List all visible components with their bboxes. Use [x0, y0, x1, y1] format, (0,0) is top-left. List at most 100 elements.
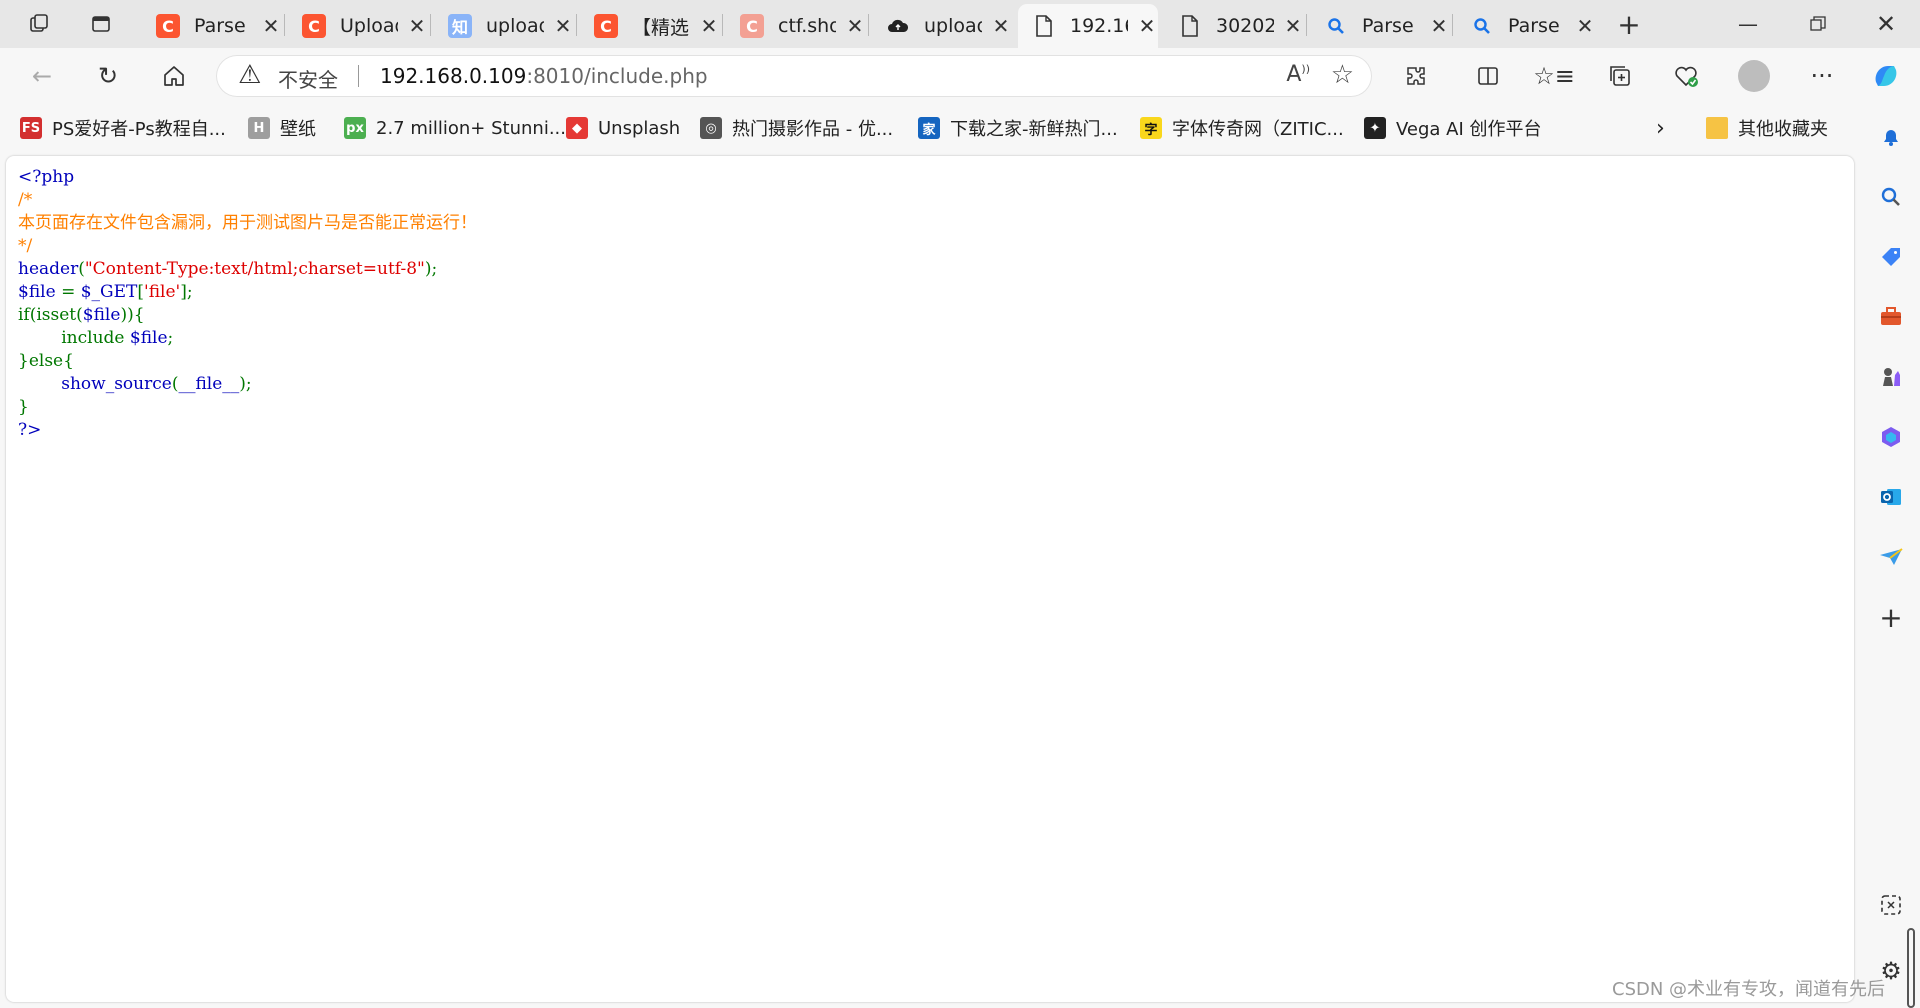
restore-button[interactable]: [1788, 6, 1848, 42]
other-bookmarks-label: 其他收藏夹: [1738, 119, 1828, 140]
address-bar[interactable]: ⚠ 不安全 192.168.0.109:8010/include.php A))…: [216, 55, 1372, 97]
bookmark-item[interactable]: H 壁纸: [248, 114, 316, 142]
browser-tab[interactable]: 知 upload ✕: [434, 4, 574, 48]
outlook-icon[interactable]: [1876, 482, 1906, 512]
bookmark-item[interactable]: ◎ 热门摄影作品 - 优...: [700, 114, 893, 142]
bookmark-item[interactable]: ◆ Unsplash: [566, 114, 680, 142]
tab-strip: CParse✕CUpload✕知upload✕C【精选✕Cctf.sho✕upl…: [0, 0, 1920, 48]
browser-essentials-icon[interactable]: [1666, 58, 1706, 94]
code-token: */: [18, 236, 33, 256]
browser-tab[interactable]: C Upload ✕: [288, 4, 428, 48]
more-options-icon[interactable]: ···: [1802, 58, 1842, 94]
close-tab-icon[interactable]: ✕: [698, 14, 720, 38]
profile-avatar[interactable]: [1738, 60, 1770, 92]
split-screen-icon[interactable]: [1468, 58, 1508, 94]
url-text[interactable]: 192.168.0.109:8010/include.php: [380, 64, 708, 88]
browser-tab[interactable]: Parse ✕: [1456, 4, 1596, 48]
site-favicon-icon: 知: [448, 14, 472, 38]
browser-tab[interactable]: 192.16 ✕: [1018, 4, 1158, 48]
favorite-star-icon[interactable]: ☆: [1331, 60, 1354, 90]
search-sidebar-icon[interactable]: [1876, 182, 1906, 212]
bookmark-item[interactable]: 字字体传奇网（ZITIC...: [1140, 114, 1344, 142]
code-line: 本页面存在文件包含漏洞，用于测试图片马是否能正常运行！: [18, 212, 477, 235]
other-bookmarks-folder[interactable]: 其他收藏夹: [1706, 114, 1828, 142]
browser-tab[interactable]: Cctf.sho ✕: [726, 4, 866, 48]
favorites-icon[interactable]: ☆≡: [1533, 58, 1575, 94]
microsoft365-icon[interactable]: [1876, 422, 1906, 452]
copilot-icon[interactable]: [1866, 58, 1906, 94]
code-line: if(isset($file)){: [18, 304, 477, 327]
close-tab-icon[interactable]: ✕: [1428, 14, 1450, 38]
bookmark-label: 2.7 million+ Stunni...: [376, 117, 566, 139]
code-token: ;: [167, 328, 174, 348]
tab-separator: [868, 14, 869, 36]
shopping-tag-icon[interactable]: [1876, 242, 1906, 272]
collections-icon[interactable]: [1600, 58, 1640, 94]
tab-actions-icon[interactable]: [84, 8, 118, 40]
extensions-icon[interactable]: [1396, 58, 1436, 94]
code-line: <?php: [18, 166, 477, 189]
close-tab-icon[interactable]: ✕: [1574, 14, 1596, 38]
sidebar-scroll-grip[interactable]: [1907, 928, 1915, 1008]
bookmark-item[interactable]: 家下载之家-新鲜热门...: [918, 114, 1118, 142]
bookmark-favicon-icon: px: [344, 117, 366, 139]
browser-tab[interactable]: Parse ✕: [1310, 4, 1450, 48]
bookmark-favicon-icon: ✦: [1364, 117, 1386, 139]
browser-tab[interactable]: C Parse ✕: [142, 4, 282, 48]
code-line: $file = $_GET['file'];: [18, 281, 477, 304]
tools-briefcase-icon[interactable]: [1876, 302, 1906, 332]
bookmark-favicon-icon: H: [248, 117, 270, 139]
bookmark-favicon-icon: 家: [918, 117, 940, 139]
code-token: }: [18, 397, 29, 417]
tab-title: Parse: [1508, 15, 1560, 37]
search-icon: [1324, 14, 1348, 38]
tab-title: Upload: [340, 15, 398, 37]
new-tab-button[interactable]: +: [1612, 8, 1646, 41]
site-favicon-icon: C: [156, 14, 180, 38]
code-line: ?>: [18, 419, 477, 442]
close-tab-icon[interactable]: ✕: [844, 14, 866, 38]
url-path: :8010/include.php: [526, 64, 708, 88]
close-tab-icon[interactable]: ✕: [552, 14, 574, 38]
code-line: show_source(__file__);: [18, 373, 477, 396]
minimize-button[interactable]: —: [1718, 6, 1778, 42]
bookmark-item[interactable]: px 2.7 million+ Stunni...: [344, 114, 566, 142]
browser-tab[interactable]: 30202 ✕: [1164, 4, 1304, 48]
browser-tab[interactable]: C 【精选 ✕: [580, 4, 720, 48]
close-tab-icon[interactable]: ✕: [1282, 14, 1304, 38]
browser-tab[interactable]: upload ✕: [872, 4, 1012, 48]
bookmark-item[interactable]: ✦ Vega AI 创作平台: [1364, 114, 1542, 142]
code-token: ?>: [18, 420, 42, 440]
bookmark-label: Vega AI 创作平台: [1396, 119, 1542, 140]
csdn-watermark: CSDN @术业有专攻，闻道有先后: [1612, 979, 1886, 1000]
code-token: (: [78, 259, 85, 279]
bookmarks-overflow-chevron[interactable]: ›: [1656, 114, 1665, 142]
page-content: <?php/* 本页面存在文件包含漏洞，用于测试图片马是否能正常运行！ */head…: [6, 156, 1854, 1002]
tab-title: 【精选: [632, 16, 690, 39]
close-tab-icon[interactable]: ✕: [260, 14, 282, 38]
bookmark-item[interactable]: FS PS爱好者-Ps教程自...: [20, 114, 226, 142]
security-label[interactable]: 不安全: [278, 64, 338, 93]
read-aloud-icon[interactable]: A)): [1286, 62, 1310, 87]
bookmark-label: 字体传奇网（ZITIC...: [1172, 119, 1344, 140]
warning-icon[interactable]: ⚠: [238, 60, 261, 90]
games-chess-icon[interactable]: [1876, 362, 1906, 392]
refresh-button[interactable]: ↻: [88, 58, 128, 94]
close-tab-icon[interactable]: ✕: [406, 14, 428, 38]
home-button[interactable]: [154, 58, 194, 94]
add-sidebar-app-icon[interactable]: +: [1876, 601, 1906, 634]
screenshot-capture-icon[interactable]: [1876, 890, 1906, 920]
close-window-button[interactable]: ✕: [1856, 6, 1916, 42]
notifications-bell-icon[interactable]: [1876, 122, 1906, 152]
search-icon: [1470, 14, 1494, 38]
close-tab-icon[interactable]: ✕: [990, 14, 1012, 38]
tab-separator: [1306, 14, 1307, 36]
tab-title: 30202: [1216, 15, 1274, 37]
code-token: )){: [120, 305, 145, 325]
workspaces-icon[interactable]: [22, 8, 56, 40]
back-button[interactable]: ←: [22, 58, 62, 94]
close-tab-icon[interactable]: ✕: [1136, 14, 1158, 38]
send-paper-plane-icon[interactable]: [1876, 542, 1906, 572]
code-token: /*: [18, 190, 33, 210]
